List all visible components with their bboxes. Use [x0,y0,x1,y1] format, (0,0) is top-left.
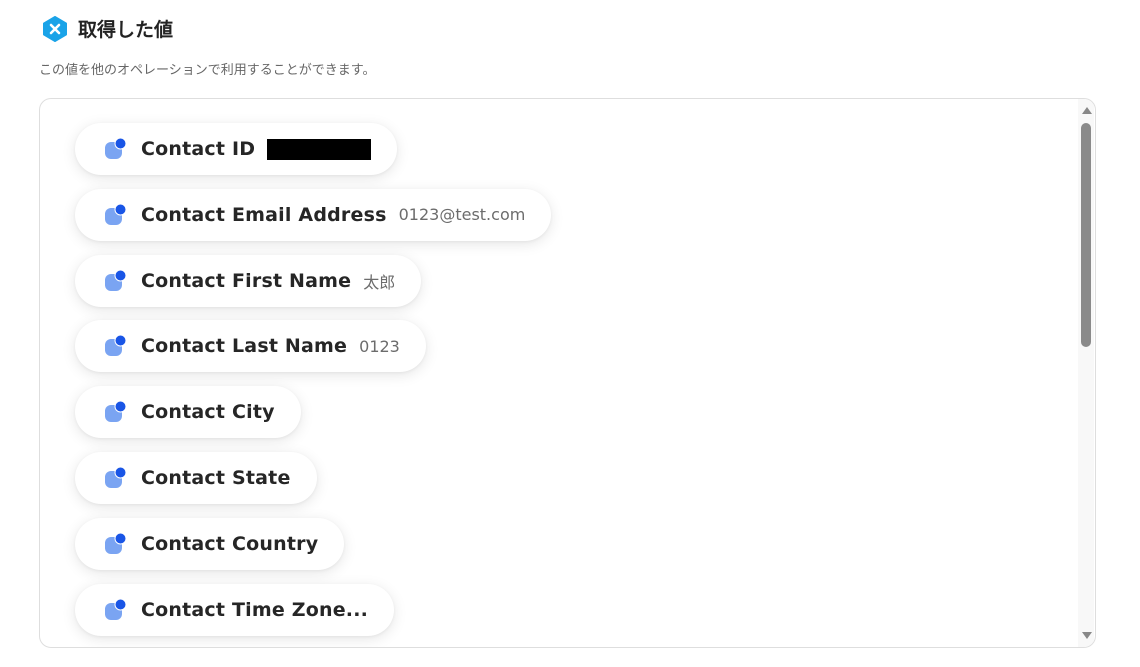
output-value-chip[interactable]: Contact Time Zone... [75,583,395,636]
variable-icon [105,269,127,291]
output-value-chip[interactable]: Contact Country [75,517,345,570]
output-value-label: Contact Time Zone... [141,598,369,621]
redacted-value [267,138,372,160]
output-values-list: Contact ID Contact Email Address 0123@test… [75,123,552,647]
variable-icon [105,532,127,554]
scroll-up-arrow-icon[interactable] [1082,107,1092,114]
output-value-chip[interactable]: Contact Email Address 0123@test.com [75,188,552,241]
variable-icon [105,203,127,225]
output-value-chip[interactable]: Contact ID [75,123,398,175]
variable-icon [105,400,127,423]
output-value-label: Contact Last Name [141,335,348,358]
app-logo-icon [43,15,67,42]
variable-icon [105,334,127,357]
output-value-chip[interactable]: Contact City [75,386,301,439]
section-title: 取得した値 [78,19,174,41]
output-value-label: Contact State [141,466,291,489]
output-values-panel: Contact ID Contact Email Address 0123@test… [39,98,1096,648]
output-value-label: Contact Country [141,532,319,555]
output-value-label: Contact Email Address [141,203,387,226]
scroll-down-arrow-icon[interactable] [1082,632,1092,639]
output-value-text: 0123@test.com [398,205,526,225]
output-value-text: 太郎 [363,272,396,292]
output-value-chip[interactable]: Contact State [75,451,317,504]
output-value-label: Contact First Name [141,269,352,292]
section-header: 取得した値 [42,15,173,42]
output-value-chip[interactable]: Contact Last Name 0123 [75,320,426,373]
output-value-chip[interactable]: Contact First Name 太郎 [75,254,422,307]
output-value-label: Contact City [141,401,275,424]
variable-icon [105,598,127,620]
output-value-label: Contact ID [141,138,256,160]
variable-icon [105,466,127,488]
section-description: この値を他のオペレーションで利用することができます。 [39,63,376,78]
scrollbar[interactable] [1078,99,1094,647]
scrollbar-thumb[interactable] [1081,123,1091,347]
output-value-text: 0123 [359,336,400,356]
variable-icon [105,137,127,159]
